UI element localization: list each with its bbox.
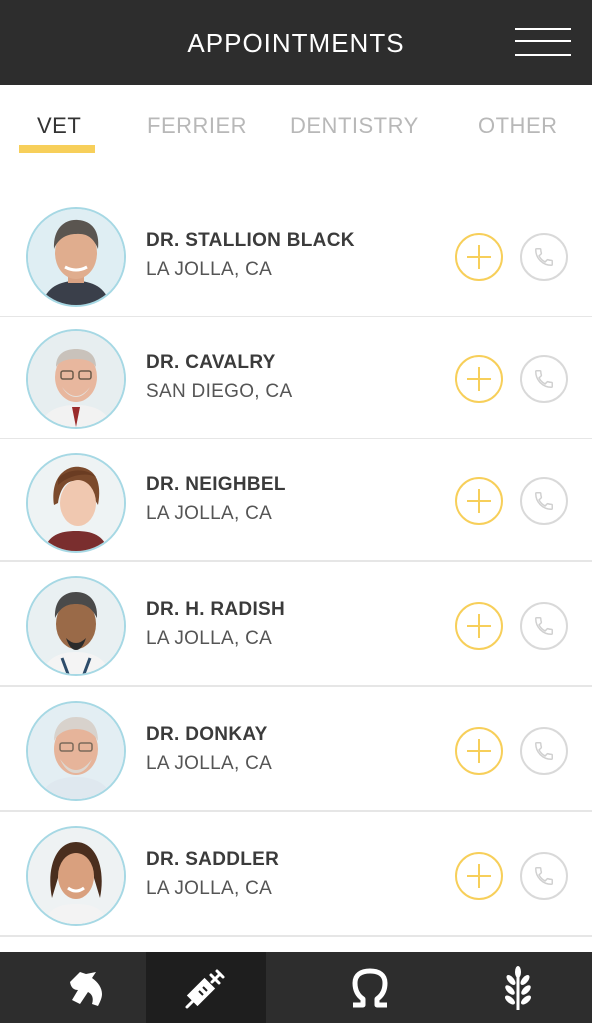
nav-horseshoe[interactable] <box>310 952 430 1023</box>
avatar <box>26 453 126 553</box>
doctor-location: LA JOLLA, CA <box>146 259 273 280</box>
doctor-location: LA JOLLA, CA <box>146 878 273 899</box>
list-item[interactable]: DR. STALLION BLACK LA JOLLA, CA <box>0 195 592 318</box>
nav-horse[interactable] <box>26 952 146 1023</box>
call-button[interactable] <box>520 727 568 775</box>
call-button[interactable] <box>520 852 568 900</box>
doctor-name: DR. STALLION BLACK <box>146 230 355 251</box>
doctor-name: DR. SADDLER <box>146 849 280 870</box>
app-header: APPOINTMENTS <box>0 0 592 85</box>
doctor-location: LA JOLLA, CA <box>146 753 273 774</box>
phone-icon <box>535 742 553 760</box>
syringe-icon <box>185 969 225 1008</box>
tab-other[interactable]: OTHER <box>478 113 558 139</box>
avatar <box>26 576 126 676</box>
doctor-name: DR. H. RADISH <box>146 599 286 620</box>
avatar <box>26 701 126 801</box>
doctor-location: LA JOLLA, CA <box>146 503 273 524</box>
list-item[interactable]: DR. SADDLER LA JOLLA, CA <box>0 814 592 937</box>
doctor-name: DR. DONKAY <box>146 724 268 745</box>
call-button[interactable] <box>520 233 568 281</box>
tab-dentistry[interactable]: DENTISTRY <box>290 113 419 139</box>
page-title: APPOINTMENTS <box>187 28 405 58</box>
tab-vet[interactable]: VET <box>37 113 81 139</box>
category-tabs: VET FERRIER DENTISTRY OTHER <box>0 85 592 197</box>
avatar <box>26 207 126 307</box>
avatar <box>26 826 126 926</box>
active-tab-indicator <box>19 145 95 153</box>
phone-icon <box>535 370 553 388</box>
doctor-name: DR. CAVALRY <box>146 352 276 373</box>
add-appointment-button[interactable] <box>455 852 503 900</box>
nav-syringe[interactable] <box>146 952 266 1023</box>
list-item[interactable]: DR. H. RADISH LA JOLLA, CA <box>0 564 592 687</box>
doctor-location: LA JOLLA, CA <box>146 628 273 649</box>
call-button[interactable] <box>520 477 568 525</box>
phone-icon <box>535 617 553 635</box>
add-appointment-button[interactable] <box>455 355 503 403</box>
bottom-nav <box>0 952 592 1023</box>
hamburger-menu-icon[interactable] <box>515 26 571 60</box>
call-button[interactable] <box>520 355 568 403</box>
doctor-location: SAN DIEGO, CA <box>146 381 293 402</box>
avatar <box>26 329 126 429</box>
add-appointment-button[interactable] <box>455 727 503 775</box>
list-item[interactable]: DR. NEIGHBEL LA JOLLA, CA <box>0 439 592 562</box>
horseshoe-icon <box>352 968 388 1007</box>
list-item[interactable]: DR. DONKAY LA JOLLA, CA <box>0 689 592 812</box>
phone-icon <box>535 248 553 266</box>
wheat-icon <box>505 965 531 1010</box>
tab-ferrier[interactable]: FERRIER <box>147 113 247 139</box>
phone-icon <box>535 492 553 510</box>
doctor-name: DR. NEIGHBEL <box>146 474 286 495</box>
list-item[interactable]: DR. CAVALRY SAN DIEGO, CA <box>0 317 592 440</box>
phone-icon <box>535 867 553 885</box>
nav-wheat[interactable] <box>458 952 578 1023</box>
call-button[interactable] <box>520 602 568 650</box>
horse-head-icon <box>70 971 102 1006</box>
add-appointment-button[interactable] <box>455 602 503 650</box>
add-appointment-button[interactable] <box>455 233 503 281</box>
add-appointment-button[interactable] <box>455 477 503 525</box>
